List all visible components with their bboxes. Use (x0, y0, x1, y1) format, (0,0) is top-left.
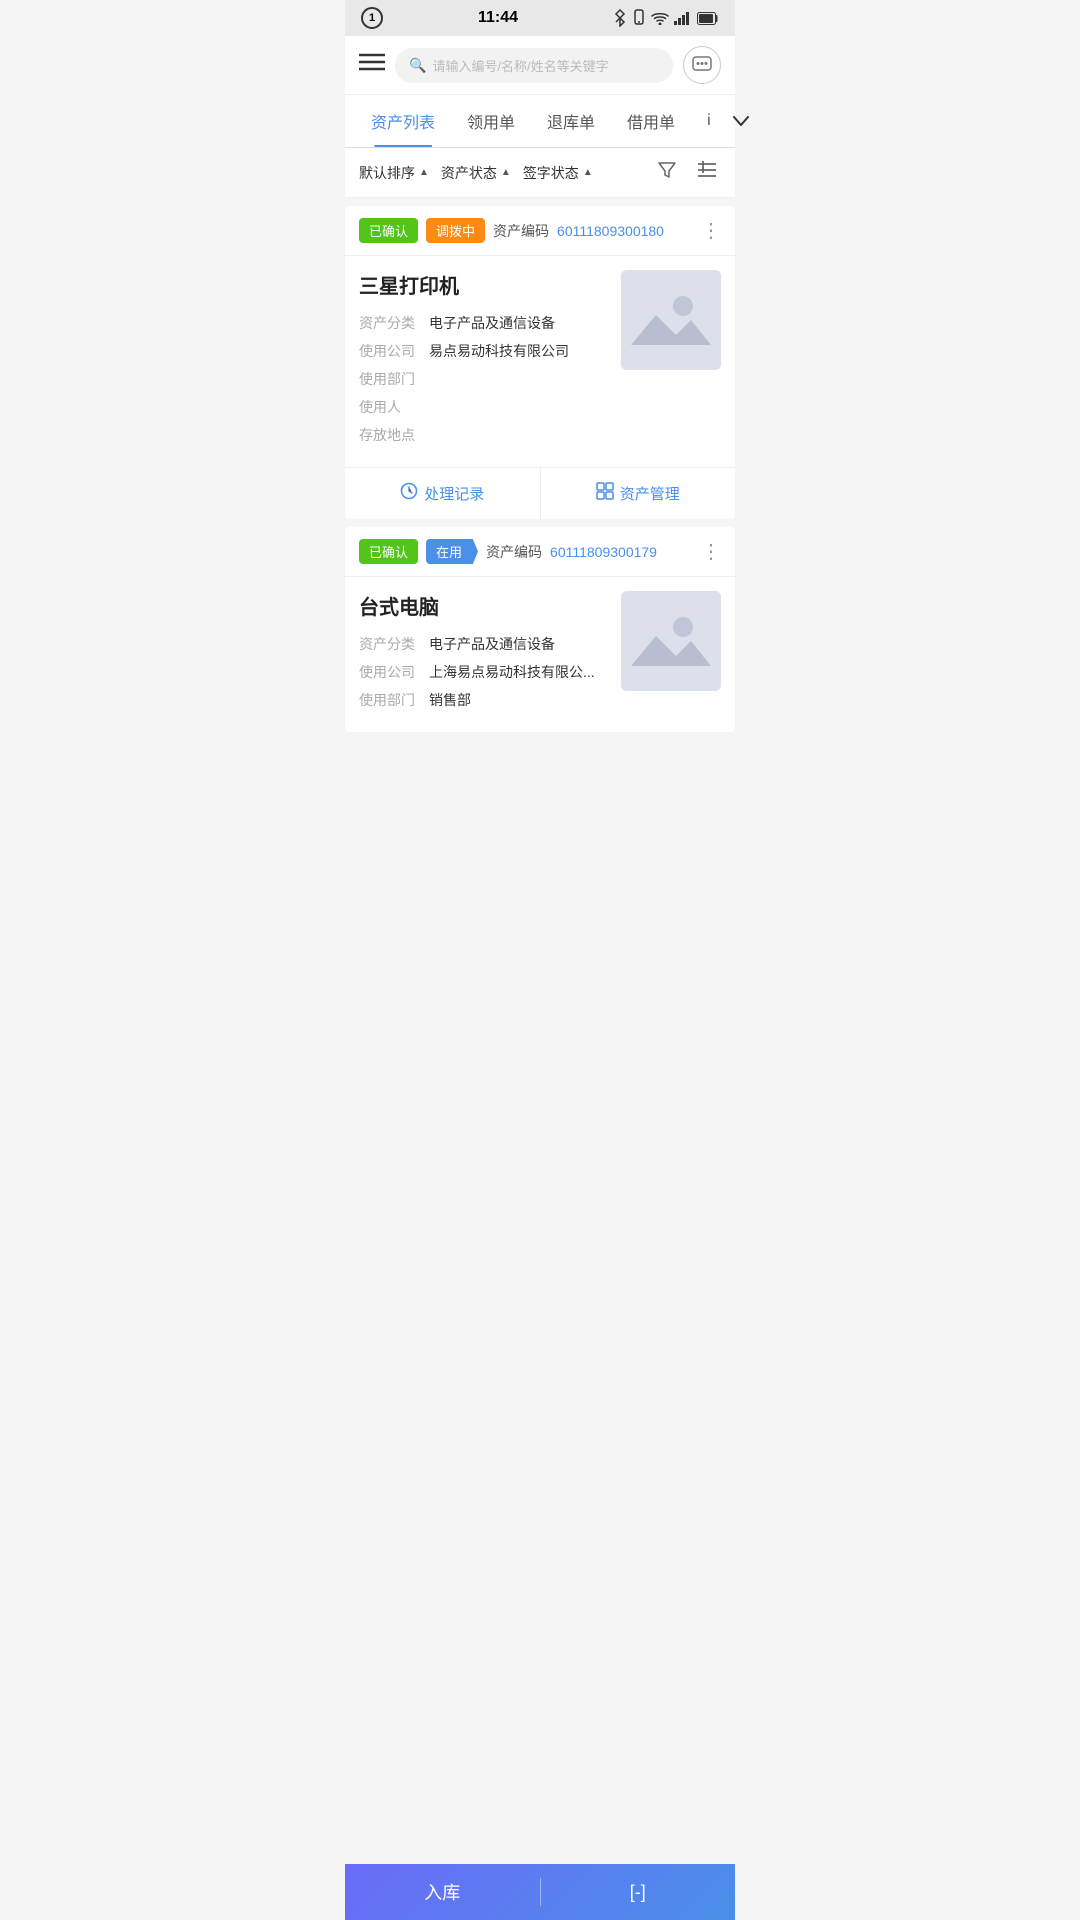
chat-icon[interactable] (683, 46, 721, 84)
tabs-bar: 资产列表 领用单 退库单 借用单 i (345, 95, 735, 148)
card-1-value-1: 易点易动科技有限公司 (429, 341, 569, 361)
card-2-more-btn[interactable]: ⋮ (701, 539, 721, 564)
filter-asset-status[interactable]: 资产状态 ▲ (441, 163, 511, 183)
card-1-field-1: 使用公司 易点易动科技有限公司 (359, 341, 609, 361)
card-1-field-0: 资产分类 电子产品及通信设备 (359, 313, 609, 333)
filter-funnel-icon[interactable] (653, 158, 681, 187)
card-1-more-btn[interactable]: ⋮ (701, 218, 721, 243)
card-1-manage-btn[interactable]: 资产管理 (540, 468, 736, 519)
status-time: 11:44 (383, 9, 613, 27)
filter-default-sort-label: 默认排序 (359, 163, 415, 183)
manage-svg (596, 482, 614, 500)
menu-icon[interactable] (359, 52, 385, 78)
battery-icon (697, 12, 719, 25)
card-1-name: 三星打印机 (359, 270, 609, 299)
filter-sign-status-label: 签字状态 (523, 163, 579, 183)
search-bar[interactable]: 🔍 请输入编号/名称/姓名等关键字 (395, 48, 673, 83)
wifi-icon (651, 11, 669, 25)
card-2-field-1: 使用公司 上海易点易动科技有限公... (359, 662, 609, 682)
checkin-button[interactable]: 入库 (345, 1864, 540, 1920)
bottom-bar: 入库 [-] (345, 1864, 735, 1920)
card-1-manage-label: 资产管理 (620, 483, 680, 504)
card-1-value-0: 电子产品及通信设备 (429, 313, 555, 333)
card-2-value-2: 销售部 (429, 690, 471, 710)
status-bar: 1 11:44 (345, 0, 735, 36)
card-2-img-placeholder (621, 591, 721, 691)
tab-more-label[interactable]: i (691, 98, 727, 144)
tab-asset-list[interactable]: 资产列表 (355, 95, 451, 147)
card-1-img-placeholder (621, 270, 721, 370)
search-icon: 🔍 (409, 57, 426, 74)
card-2-image (621, 591, 721, 691)
card-2-status-badge: 在用 (426, 539, 478, 564)
card-2-header: 已确认 在用 资产编码 60111809300179 ⋮ (345, 527, 735, 577)
card-1-history-btn[interactable]: 处理记录 (345, 468, 540, 519)
card-2-body: 台式电脑 资产分类 电子产品及通信设备 使用公司 上海易点易动科技有限公... … (345, 577, 735, 732)
card-1-label-1: 使用公司 (359, 341, 429, 361)
card-1-code-value: 60111809300180 (557, 223, 664, 239)
history-svg (400, 482, 418, 500)
card-2-info: 台式电脑 资产分类 电子产品及通信设备 使用公司 上海易点易动科技有限公... … (359, 591, 609, 718)
asset-card-1: 已确认 调拨中 资产编码 60111809300180 ⋮ 三星打印机 资产分类… (345, 206, 735, 519)
card-1-image (621, 270, 721, 370)
bluetooth-icon (613, 9, 627, 27)
manage-icon (596, 482, 614, 505)
card-1-label-2: 使用部门 (359, 369, 429, 389)
card-2-confirmed-badge: 已确认 (359, 539, 418, 564)
hamburger-svg (359, 52, 385, 72)
card-1-code-label: 资产编码 (493, 221, 549, 241)
status-circle: 1 (361, 7, 383, 29)
chat-svg (692, 56, 712, 74)
scan-button[interactable]: [-] (541, 1864, 736, 1920)
header: 🔍 请输入编号/名称/姓名等关键字 (345, 36, 735, 95)
chevron-down-icon (733, 116, 749, 126)
funnel-svg (657, 160, 677, 180)
search-placeholder: 请输入编号/名称/姓名等关键字 (432, 56, 608, 75)
card-2-code-value: 60111809300179 (550, 544, 657, 560)
card-1-confirmed-badge: 已确认 (359, 218, 418, 243)
listview-svg (697, 160, 717, 180)
card-1-info: 三星打印机 资产分类 电子产品及通信设备 使用公司 易点易动科技有限公司 使用部… (359, 270, 609, 453)
card-2-label-2: 使用部门 (359, 690, 429, 710)
filter-asset-status-label: 资产状态 (441, 163, 497, 183)
filter-sign-status[interactable]: 签字状态 ▲ (523, 163, 593, 183)
card-1-header: 已确认 调拨中 资产编码 60111809300180 ⋮ (345, 206, 735, 256)
asset-card-2: 已确认 在用 资产编码 60111809300179 ⋮ 台式电脑 资产分类 电… (345, 527, 735, 732)
card-2-code-label: 资产编码 (486, 542, 542, 562)
card-2-label-1: 使用公司 (359, 662, 429, 682)
card-2-field-0: 资产分类 电子产品及通信设备 (359, 634, 609, 654)
filter-default-sort[interactable]: 默认排序 ▲ (359, 163, 429, 183)
asset-status-arrow-icon: ▲ (501, 167, 511, 178)
card-2-value-0: 电子产品及通信设备 (429, 634, 555, 654)
sign-status-arrow-icon: ▲ (583, 167, 593, 178)
tab-requisition[interactable]: 领用单 (451, 95, 531, 147)
card-1-actions: 处理记录 资产管理 (345, 467, 735, 519)
filter-bar: 默认排序 ▲ 资产状态 ▲ 签字状态 ▲ (345, 148, 735, 198)
tab-dropdown-arrow[interactable] (727, 106, 755, 136)
tab-borrow[interactable]: 借用单 (611, 95, 691, 147)
card-1-history-label: 处理记录 (424, 483, 484, 504)
card-2-name: 台式电脑 (359, 591, 609, 620)
history-icon (400, 482, 418, 505)
card-1-field-4: 存放地点 (359, 425, 609, 445)
card-2-value-1: 上海易点易动科技有限公... (429, 662, 595, 682)
card-1-field-3: 使用人 (359, 397, 609, 417)
card-1-label-3: 使用人 (359, 397, 429, 417)
card-1-label-4: 存放地点 (359, 425, 429, 445)
phone-icon (632, 9, 646, 27)
card-1-field-2: 使用部门 (359, 369, 609, 389)
signal-icon (674, 11, 692, 25)
card-1-label-0: 资产分类 (359, 313, 429, 333)
sort-arrow-icon: ▲ (419, 167, 429, 178)
list-view-icon[interactable] (693, 158, 721, 187)
status-icons (613, 9, 719, 27)
card-1-body: 三星打印机 资产分类 电子产品及通信设备 使用公司 易点易动科技有限公司 使用部… (345, 256, 735, 467)
card-2-label-0: 资产分类 (359, 634, 429, 654)
tab-return[interactable]: 退库单 (531, 95, 611, 147)
card-1-status-badge: 调拨中 (426, 218, 485, 243)
card-2-field-2: 使用部门 销售部 (359, 690, 609, 710)
